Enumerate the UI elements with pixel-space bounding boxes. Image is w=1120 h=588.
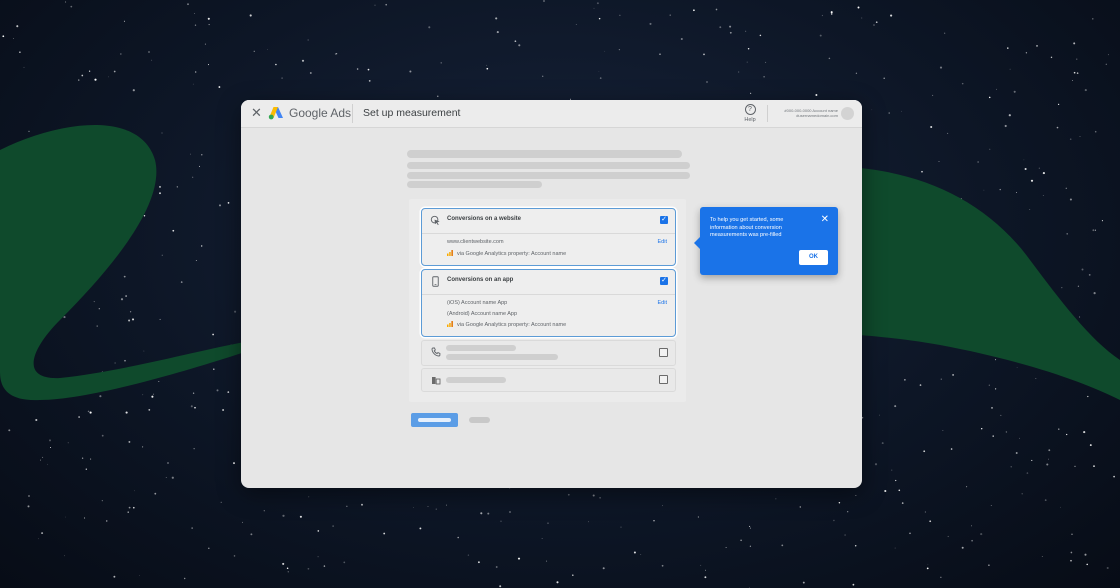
help-label: Help — [744, 117, 756, 123]
google-analytics-icon — [447, 250, 453, 256]
tooltip-arrow — [694, 237, 700, 249]
store-visits-option-row[interactable] — [421, 368, 676, 392]
account-email: #usernamedomain.com — [796, 113, 838, 118]
analytics-text: via Google Analytics property: Account n… — [457, 251, 567, 257]
continue-button[interactable] — [411, 413, 458, 427]
website-conversions-card[interactable]: Conversions on a website ✓ www.clientweb… — [421, 208, 676, 266]
app-conversions-card[interactable]: Conversions on an app ✓ (iOS) Account na… — [421, 269, 676, 337]
card-header: Conversions on a website ✓ — [422, 209, 675, 234]
header-divider — [352, 104, 353, 123]
phone-icon — [432, 276, 439, 287]
google-analytics-icon — [447, 321, 453, 327]
close-icon[interactable]: ✕ — [821, 215, 829, 225]
heading-placeholder — [407, 150, 682, 158]
account-info[interactable]: #000-000-0000 Account name #usernamedoma… — [772, 108, 838, 118]
page-title: Set up measurement — [363, 107, 461, 119]
card-header: Conversions on an app ✓ — [422, 270, 675, 295]
card-title: Conversions on an app — [447, 277, 514, 283]
avatar[interactable] — [841, 107, 854, 120]
brand-google: Google — [289, 106, 328, 120]
description-placeholder-line — [407, 162, 690, 169]
website-url: www.clientwebsite.com — [447, 239, 504, 245]
brand-name: Google Ads — [289, 106, 351, 120]
cursor-click-icon — [430, 215, 440, 226]
edit-link[interactable]: Edit — [658, 300, 667, 307]
cancel-button[interactable] — [469, 417, 490, 423]
brand-ads: Ads — [330, 106, 352, 120]
account-divider — [767, 105, 768, 122]
help-icon: ? — [744, 104, 756, 115]
ok-button[interactable]: OK — [799, 250, 828, 265]
analytics-source: via Google Analytics property: Account n… — [447, 250, 566, 258]
checkbox-checked[interactable]: ✓ — [660, 277, 668, 285]
help-button[interactable]: ? Help — [741, 104, 759, 123]
checkbox-checked[interactable]: ✓ — [660, 216, 668, 224]
ios-app-name: (iOS) Account name App — [447, 300, 508, 306]
checkbox-unchecked[interactable] — [659, 348, 668, 357]
option-detail-placeholder — [446, 354, 558, 360]
android-app-name: (Android) Account name App — [447, 311, 518, 317]
analytics-text: via Google Analytics property: Account n… — [457, 322, 567, 328]
prefill-info-tooltip: To help you get started, some informatio… — [694, 207, 838, 275]
card-title: Conversions on a website — [447, 216, 522, 222]
google-ads-window: ✕ Google Ads Set up measurement ? Help #… — [241, 100, 862, 488]
store-icon — [432, 377, 441, 385]
phone-calls-option-row[interactable] — [421, 340, 676, 366]
close-icon[interactable]: ✕ — [251, 105, 262, 121]
button-label-placeholder — [418, 418, 451, 422]
option-title-placeholder — [446, 345, 516, 351]
checkbox-unchecked[interactable] — [659, 375, 668, 384]
tooltip-message: To help you get started, some informatio… — [710, 217, 784, 238]
phone-call-icon — [431, 347, 441, 357]
description-placeholder-line — [407, 181, 542, 188]
top-bar: ✕ Google Ads Set up measurement ? Help #… — [241, 100, 862, 128]
description-placeholder-line — [407, 172, 690, 179]
google-ads-logo — [268, 107, 283, 120]
option-title-placeholder — [446, 377, 506, 383]
analytics-source: via Google Analytics property: Account n… — [447, 321, 566, 329]
edit-link[interactable]: Edit — [658, 239, 667, 246]
